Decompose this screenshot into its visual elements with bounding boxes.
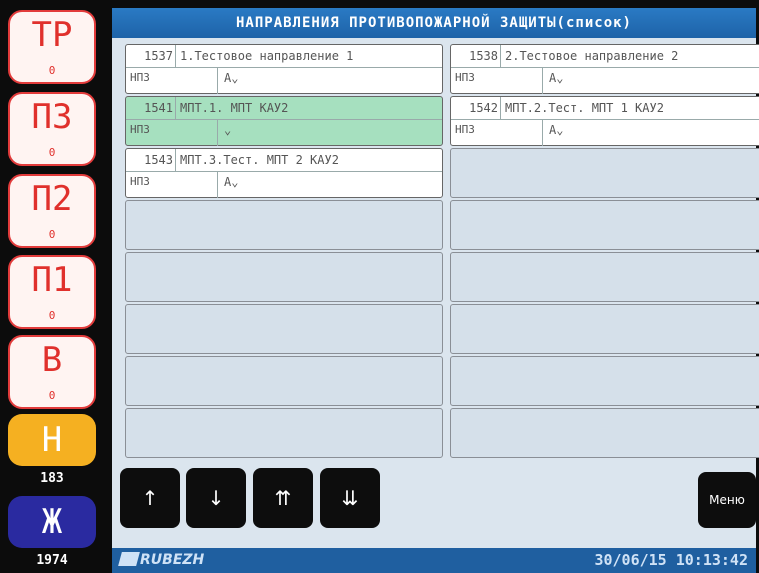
direction-number: 1541 <box>126 97 176 119</box>
datetime: 30/06/15 10:13:42 <box>594 551 748 569</box>
direction-mode: A⌄ <box>549 71 564 85</box>
sidebar-item-n[interactable]: Н <box>8 414 96 466</box>
direction-type: НПЗ <box>130 172 218 198</box>
status-bar: RUBEZH 30/06/15 10:13:42 <box>112 548 756 573</box>
page-title: НАПРАВЛЕНИЯ ПРОТИВОПОЖАРНОЙ ЗАЩИТЫ(списо… <box>112 8 756 38</box>
sidebar-item-count: 183 <box>40 471 64 486</box>
direction-name: МПТ.1. МПТ КАУ2 <box>180 101 289 115</box>
sidebar-item-count: 0 <box>48 389 56 402</box>
directions-panel: НАПРАВЛЕНИЯ ПРОТИВОПОЖАРНОЙ ЗАЩИТЫ(списо… <box>112 8 759 556</box>
direction-type: НПЗ <box>455 120 543 146</box>
direction-type: НПЗ <box>455 68 543 94</box>
direction-mode: ⌄ <box>224 123 232 137</box>
sidebar-item-zh[interactable]: Ж <box>8 496 96 548</box>
logo-text: RUBEZH <box>140 552 205 568</box>
empty-slot[interactable] <box>125 200 443 250</box>
empty-slot[interactable] <box>450 304 759 354</box>
direction-item[interactable]: 1542 МПТ.2.Тест. МПТ 1 КАУ2 НПЗ A⌄ <box>450 96 759 146</box>
empty-slot[interactable] <box>125 304 443 354</box>
sidebar-item-letter: П1 <box>31 260 73 300</box>
sidebar-item-count: 0 <box>48 309 56 322</box>
direction-item[interactable]: 1537 1.Тестовое направление 1 НПЗ A⌄ <box>125 44 443 94</box>
direction-number: 1537 <box>126 45 176 67</box>
sidebar-item-letter: ТР <box>31 15 73 55</box>
scroll-up-button[interactable]: ↑ <box>120 468 180 528</box>
sidebar-item-letter: В <box>41 340 63 380</box>
direction-name: МПТ.3.Тест. МПТ 2 КАУ2 <box>180 153 339 167</box>
sidebar-item-p2[interactable]: П2 0 <box>8 174 96 248</box>
rubezh-logo-icon <box>118 552 140 566</box>
direction-item-selected[interactable]: 1541 МПТ.1. МПТ КАУ2 НПЗ ⌄ <box>125 96 443 146</box>
direction-name: 2.Тестовое направление 2 <box>505 49 679 63</box>
sidebar-item-count: 0 <box>48 228 56 241</box>
direction-type: НПЗ <box>130 68 218 94</box>
direction-item[interactable]: 1538 2.Тестовое направление 2 НПЗ A⌄ <box>450 44 759 94</box>
sidebar-item-letter: ПЗ <box>31 97 73 137</box>
page-up-button[interactable]: ⇈ <box>253 468 313 528</box>
sidebar-item-tr[interactable]: ТР 0 <box>8 10 96 84</box>
empty-slot[interactable] <box>450 148 759 198</box>
sidebar-item-letter: Ж <box>41 502 63 542</box>
sidebar-item-count: 0 <box>48 146 56 159</box>
empty-slot[interactable] <box>450 408 759 458</box>
empty-slot[interactable] <box>125 356 443 406</box>
menu-button[interactable]: Меню <box>698 472 756 528</box>
sidebar-item-count: 0 <box>48 64 56 77</box>
direction-type: НПЗ <box>130 120 218 146</box>
direction-number: 1542 <box>451 97 501 119</box>
sidebar-item-count: 1974 <box>36 553 68 568</box>
page-down-button[interactable]: ⇊ <box>320 468 380 528</box>
direction-item[interactable]: 1543 МПТ.3.Тест. МПТ 2 КАУ2 НПЗ A⌄ <box>125 148 443 198</box>
empty-slot[interactable] <box>125 408 443 458</box>
sidebar-item-p1[interactable]: П1 0 <box>8 255 96 329</box>
direction-mode: A⌄ <box>549 123 564 137</box>
direction-number: 1543 <box>126 149 176 171</box>
empty-slot[interactable] <box>450 200 759 250</box>
logo: RUBEZH <box>118 552 205 568</box>
empty-slot[interactable] <box>450 356 759 406</box>
scroll-down-button[interactable]: ↓ <box>186 468 246 528</box>
sidebar-item-letter: П2 <box>31 179 73 219</box>
sidebar-item-letter: Н <box>41 420 63 460</box>
empty-slot[interactable] <box>125 252 443 302</box>
direction-name: 1.Тестовое направление 1 <box>180 49 354 63</box>
direction-number: 1538 <box>451 45 501 67</box>
direction-mode: A⌄ <box>224 71 239 85</box>
direction-name: МПТ.2.Тест. МПТ 1 КАУ2 <box>505 101 664 115</box>
sidebar-item-v[interactable]: В 0 <box>8 335 96 409</box>
sidebar-item-pz[interactable]: ПЗ 0 <box>8 92 96 166</box>
empty-slot[interactable] <box>450 252 759 302</box>
direction-mode: A⌄ <box>224 175 239 189</box>
